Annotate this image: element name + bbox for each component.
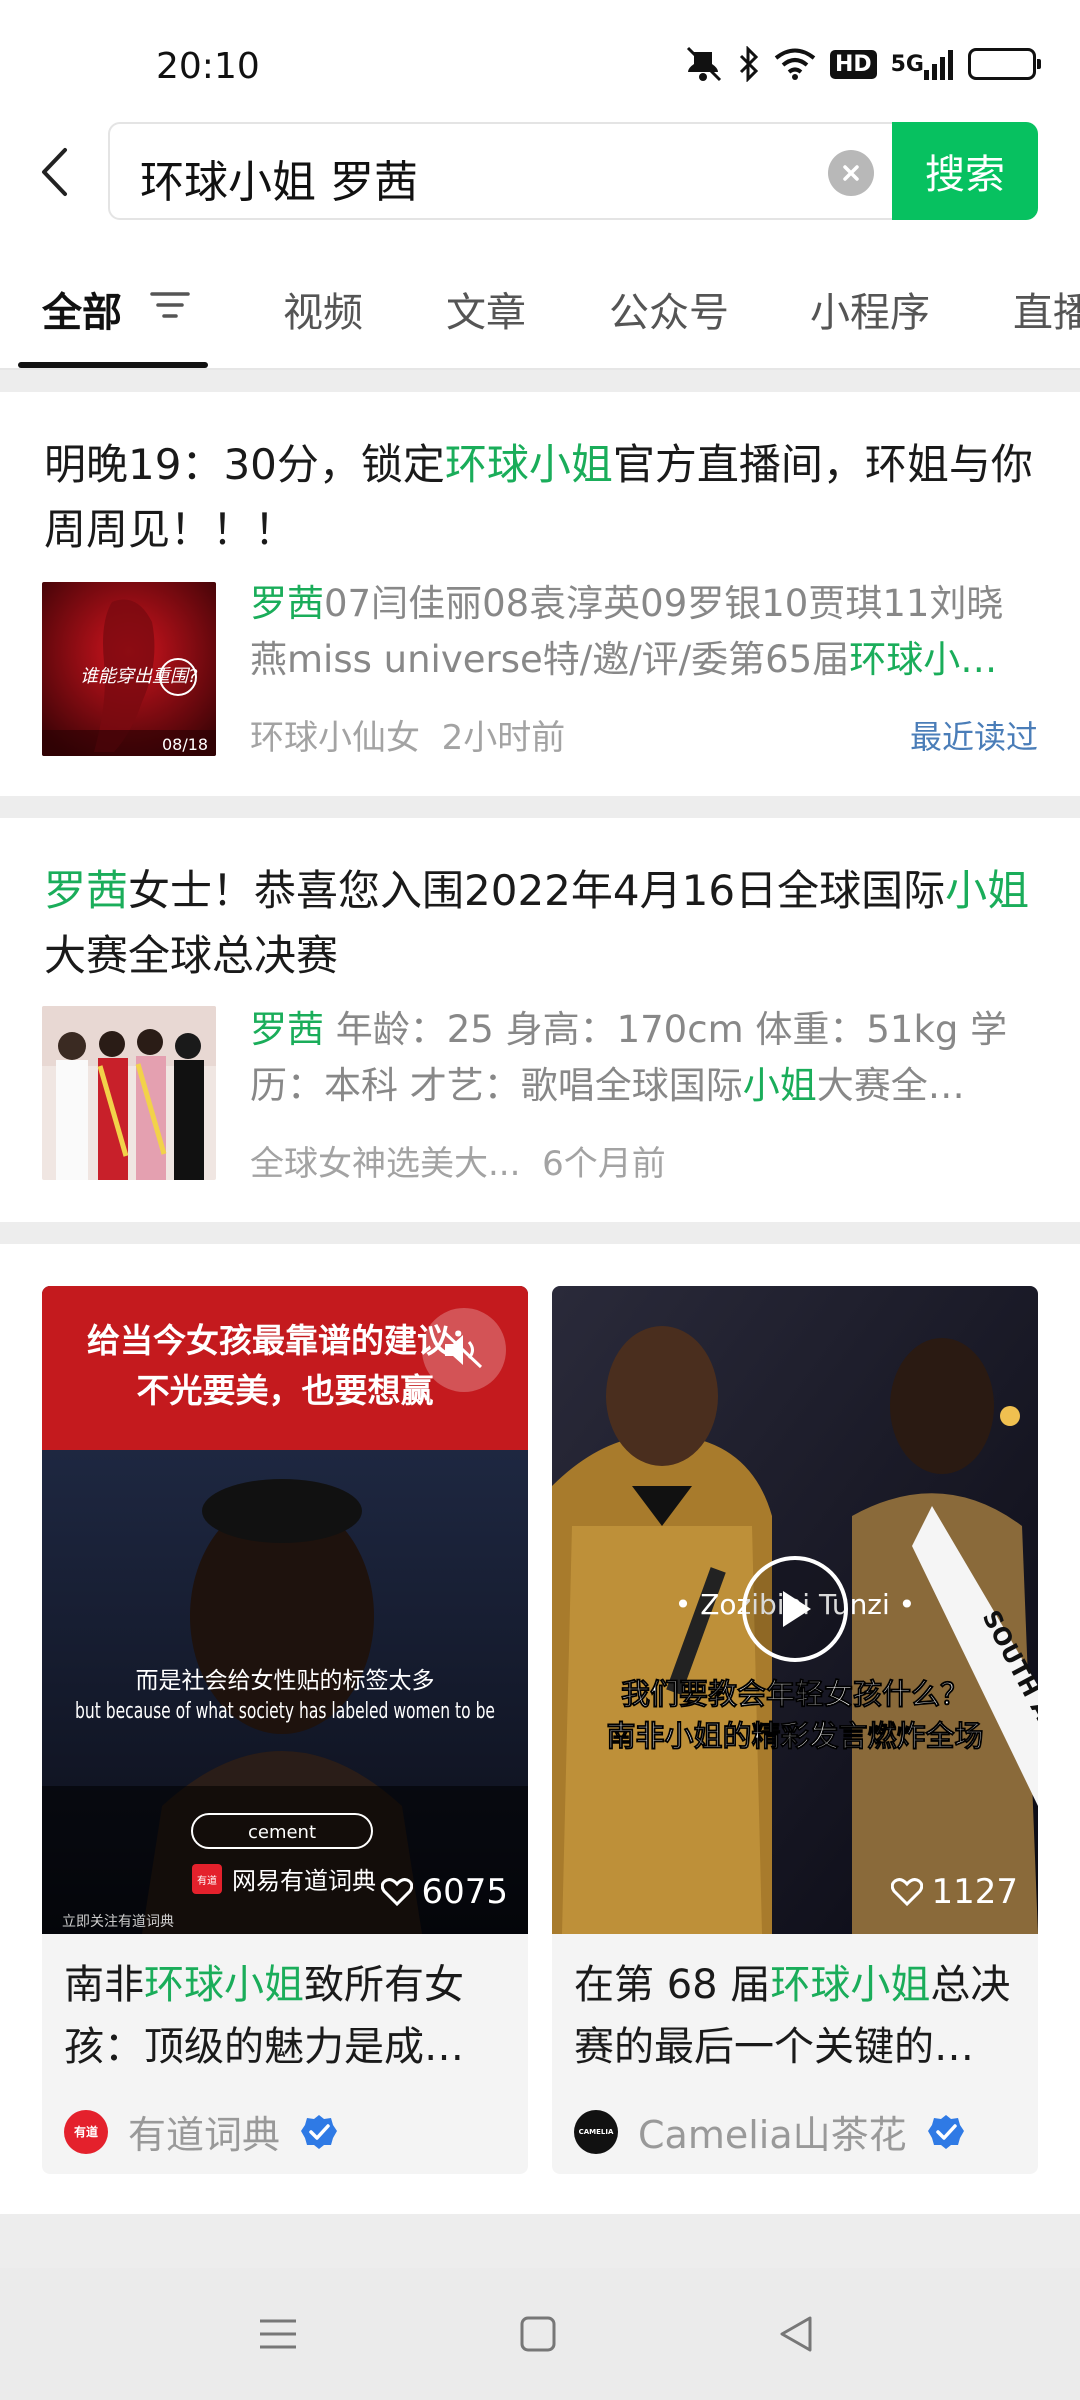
video-card[interactable]: 给当今女孩最靠谱的建议： 不光要美，也要想赢 而是社会给女性贴的标签太多 but… — [42, 1286, 528, 2174]
video-subtitle-cn: 而是社会给女性贴的标签太多 — [136, 1668, 435, 1694]
back-triangle-icon — [780, 2316, 812, 2352]
article-source: 全球女神选美大... — [250, 1144, 521, 1184]
article-title: 明晚19：30分，锁定环球小姐官方直播间，环姐与你周周见！！！ — [44, 440, 1033, 554]
home-square-icon — [520, 2316, 556, 2352]
verified-icon — [301, 2114, 338, 2149]
thumb-date: 08/18 — [162, 735, 208, 754]
like-count: 6075 — [421, 1872, 508, 1912]
wifi-icon — [774, 47, 816, 81]
video-likes: 6075 — [381, 1872, 508, 1912]
article-time: 2小时前 — [441, 718, 566, 758]
play-button[interactable] — [742, 1556, 848, 1662]
recently-read-badge: 最近读过 — [909, 718, 1038, 756]
active-tab-indicator — [18, 362, 208, 368]
video-likes: 1127 — [891, 1872, 1018, 1912]
tab-official-account[interactable]: 公众号 — [609, 280, 729, 338]
like-count: 1127 — [931, 1872, 1018, 1912]
chevron-left-icon — [42, 148, 67, 196]
article-time: 6个月前 — [542, 1144, 666, 1184]
tab-live[interactable]: 直播 — [1013, 280, 1080, 338]
signal-icon: 5G — [891, 48, 954, 80]
video-search-chip: cement — [248, 1822, 316, 1843]
video-card[interactable]: SOUTH AFRICA • Zozibini Tunzi • 我们要教会年轻女… — [552, 1286, 1038, 2174]
close-icon — [843, 165, 859, 181]
video-title: 在第 68 届环球小姐总决赛的最后一个关键的… — [574, 1962, 1011, 2070]
speaker-muted-icon — [443, 1331, 483, 1369]
battery-icon — [968, 48, 1041, 80]
video-thumbnail[interactable]: SOUTH AFRICA • Zozibini Tunzi • 我们要教会年轻女… — [552, 1286, 1038, 1934]
author-avatar: CAMELIA — [574, 2109, 618, 2154]
brand-logo: 有道 — [197, 1874, 217, 1887]
search-header: 环球小姐 罗茜 搜索 — [0, 120, 1080, 240]
heart-icon — [381, 1878, 414, 1906]
status-time: 20:10 — [156, 46, 260, 87]
mute-icon — [684, 46, 724, 82]
article-thumbnail — [42, 1006, 216, 1180]
back-button[interactable] — [24, 140, 84, 204]
author-avatar: 有道 — [64, 2109, 108, 2154]
tab-mini-program[interactable]: 小程序 — [810, 280, 930, 338]
filter-tabs: 全部 视频 文章 公众号 小程序 直播 — [0, 240, 1080, 370]
filter-icon[interactable] — [150, 290, 190, 324]
article-title: 罗茜女士！恭喜您入围2022年4月16日全球国际小姐大赛全球总决赛 — [44, 866, 1030, 980]
heart-icon — [891, 1878, 924, 1906]
search-query-text: 环球小姐 罗茜 — [140, 157, 418, 208]
status-bar: 20:10 HD 5G — [0, 0, 1080, 120]
article-source: 环球小仙女 — [250, 718, 420, 758]
article-meta: 环球小仙女 2小时前 — [250, 710, 565, 759]
system-navigation-bar — [0, 2268, 1080, 2400]
verified-icon — [927, 2114, 964, 2149]
video-follow-note: 立即关注有道词典 — [62, 1914, 174, 1930]
video-brand: 网易有道词典 — [232, 1867, 376, 1895]
play-icon — [783, 1591, 811, 1627]
article-card[interactable]: 明晚19：30分，锁定环球小姐官方直播间，环姐与你周周见！！！ 谁能穿出重围? … — [0, 392, 1080, 796]
bluetooth-icon — [738, 46, 760, 82]
search-input[interactable]: 环球小姐 罗茜 搜索 — [108, 122, 1038, 220]
video-title: 南非环球小姐致所有女孩：顶级的魅力是成… — [64, 1962, 464, 2070]
video-overlay-line2: 不光要美，也要想赢 — [137, 1371, 434, 1410]
video-thumbnail[interactable]: 给当今女孩最靠谱的建议： 不光要美，也要想赢 而是社会给女性贴的标签太多 but… — [42, 1286, 528, 1934]
article-snippet: 罗茜07闫佳丽08袁淳英09罗银10贾琪11刘晓燕miss universe特/… — [250, 582, 1004, 681]
tab-all[interactable]: 全部 — [42, 280, 122, 338]
home-button[interactable] — [508, 2304, 568, 2364]
author-name: 有道词典 — [128, 2113, 281, 2157]
menu-icon — [260, 2319, 296, 2349]
video-subtitle-en: but because of what society has labeled … — [75, 1699, 495, 1724]
menu-button[interactable] — [248, 2304, 308, 2364]
article-card[interactable]: 罗茜女士！恭喜您入围2022年4月16日全球国际小姐大赛全球总决赛 罗茜 年龄：… — [0, 818, 1080, 1222]
tab-article[interactable]: 文章 — [446, 280, 526, 338]
article-meta: 全球女神选美大... 6个月前 — [250, 1136, 666, 1185]
mute-video-button[interactable] — [422, 1308, 506, 1392]
hd-badge: HD — [829, 49, 877, 79]
thumb-caption: 谁能穿出重围? — [80, 666, 198, 687]
article-thumbnail: 谁能穿出重围? 08/18 — [42, 582, 216, 756]
clear-search-button[interactable] — [828, 150, 874, 196]
video-results: 给当今女孩最靠谱的建议： 不光要美，也要想赢 而是社会给女性贴的标签太多 but… — [0, 1244, 1080, 2214]
author-name: Camelia山茶花 — [638, 2113, 907, 2157]
tab-video[interactable]: 视频 — [283, 280, 363, 338]
network-label: 5G — [890, 51, 924, 77]
status-icons: HD 5G — [684, 46, 1041, 82]
search-button[interactable]: 搜索 — [892, 122, 1038, 220]
video-author[interactable]: 有道 有道词典 — [64, 2104, 338, 2159]
video-caption-line2: 南非小姐的精彩发言燃炸全场 — [606, 1719, 983, 1753]
article-snippet: 罗茜 年龄：25 身高：170cm 体重：51kg 学历：本科 才艺：歌唱全球国… — [250, 1008, 1008, 1107]
back-nav-button[interactable] — [766, 2304, 826, 2364]
video-caption-line1: 我们要教会年轻女孩什么？ — [621, 1677, 969, 1711]
video-author[interactable]: CAMELIA Camelia山茶花 — [574, 2104, 965, 2159]
